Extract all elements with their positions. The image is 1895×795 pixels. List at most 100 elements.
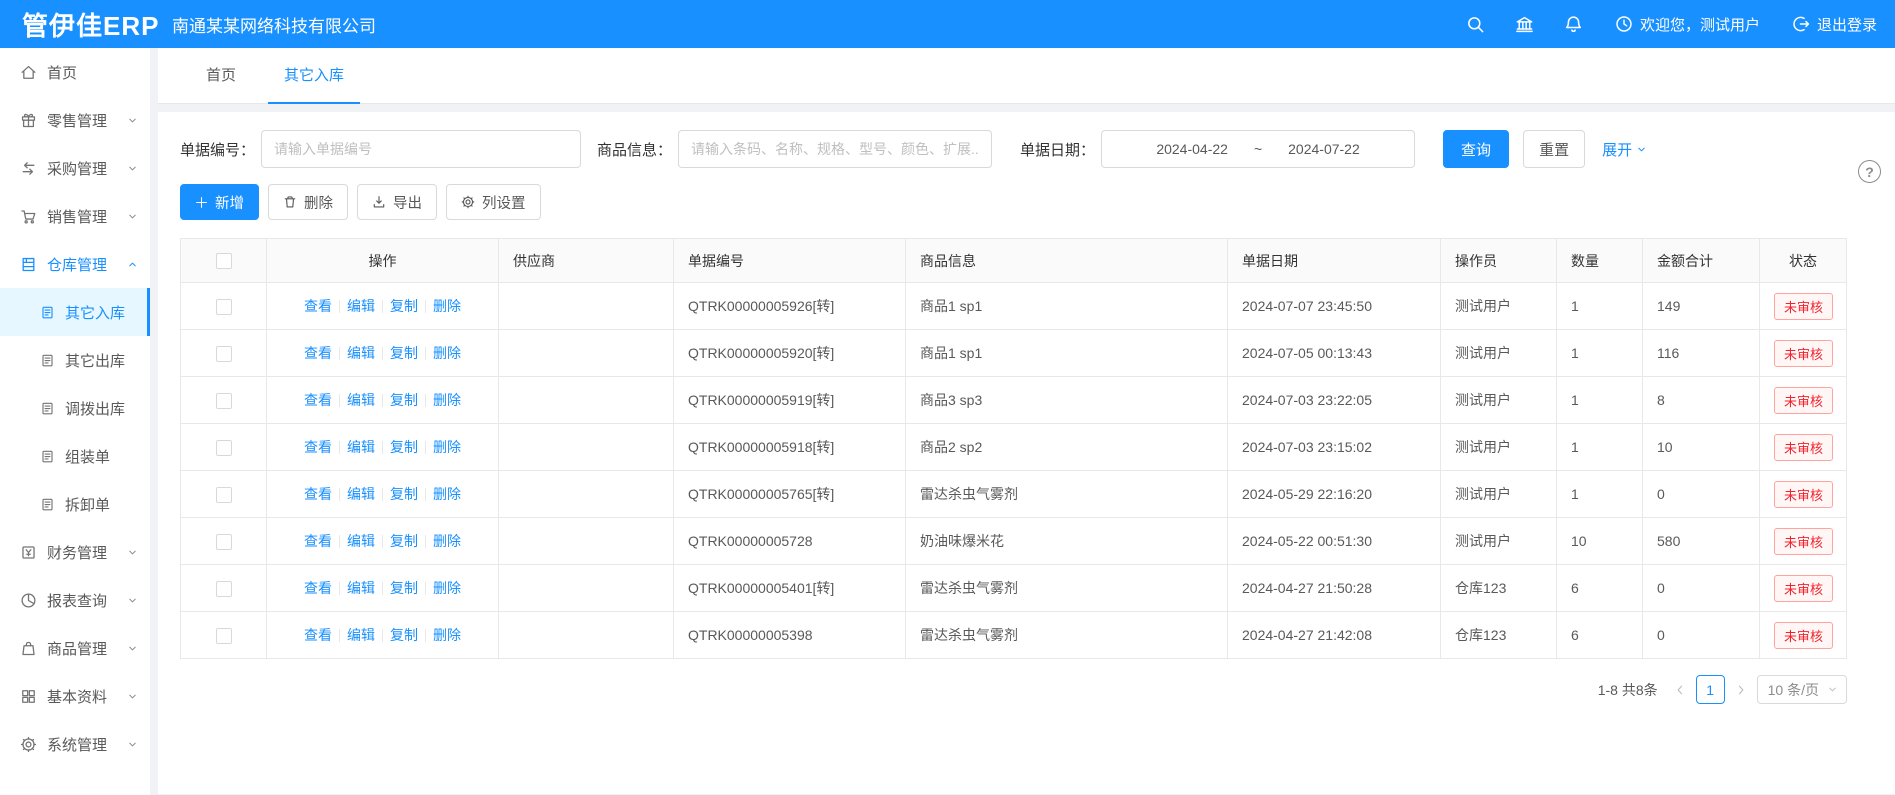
- view-link[interactable]: 查看: [304, 345, 332, 361]
- copy-link[interactable]: 复制: [390, 439, 418, 455]
- copy-link[interactable]: 复制: [390, 580, 418, 596]
- delete-link[interactable]: 删除: [433, 627, 461, 643]
- swap-icon: [20, 160, 37, 177]
- row-checkbox[interactable]: [216, 346, 232, 362]
- copy-link[interactable]: 复制: [390, 345, 418, 361]
- tab-other-inbound[interactable]: 其它入库: [268, 48, 360, 104]
- sidebar-item-finance[interactable]: 财务管理: [0, 528, 150, 576]
- edit-link[interactable]: 编辑: [347, 486, 375, 502]
- view-link[interactable]: 查看: [304, 298, 332, 314]
- view-link[interactable]: 查看: [304, 392, 332, 408]
- export-button[interactable]: 导出: [357, 184, 437, 220]
- doc-icon: [40, 353, 55, 368]
- delete-link[interactable]: 删除: [433, 486, 461, 502]
- doc-icon: [40, 449, 55, 464]
- logout-button[interactable]: 退出登录: [1792, 14, 1877, 35]
- supplier-cell: [499, 565, 674, 612]
- search-icon[interactable]: [1466, 15, 1485, 34]
- sidebar-item-transfer-outbound[interactable]: 调拨出库: [0, 384, 150, 432]
- finance-icon: [20, 544, 37, 561]
- divider: [425, 441, 426, 454]
- home-icon: [20, 64, 37, 81]
- view-link[interactable]: 查看: [304, 533, 332, 549]
- view-link[interactable]: 查看: [304, 627, 332, 643]
- page-size-select[interactable]: 10 条/页: [1757, 675, 1847, 704]
- next-page-button[interactable]: [1735, 684, 1747, 696]
- copy-link[interactable]: 复制: [390, 298, 418, 314]
- sidebar-item-other-outbound[interactable]: 其它出库: [0, 336, 150, 384]
- sidebar-item-basic-data[interactable]: 基本资料: [0, 672, 150, 720]
- column-settings-button[interactable]: 列设置: [446, 184, 541, 220]
- row-checkbox[interactable]: [216, 534, 232, 550]
- date-tilde: ~: [1254, 141, 1262, 157]
- sidebar-item-label: 采购管理: [47, 158, 107, 179]
- delete-button[interactable]: 删除: [268, 184, 348, 220]
- table-row: 查看编辑复制删除 QTRK00000005728 奶油味爆米花 2024-05-…: [181, 518, 1847, 565]
- expand-toggle[interactable]: 展开: [1602, 139, 1647, 160]
- sidebar-item-purchase[interactable]: 采购管理: [0, 144, 150, 192]
- edit-link[interactable]: 编辑: [347, 580, 375, 596]
- page-1-button[interactable]: 1: [1696, 675, 1725, 704]
- bank-icon[interactable]: [1515, 15, 1534, 34]
- row-checkbox[interactable]: [216, 581, 232, 597]
- order-no-input[interactable]: [261, 130, 581, 168]
- sidebar-item-home[interactable]: 首页: [0, 48, 150, 96]
- amount-cell: 0: [1643, 565, 1760, 612]
- delete-link[interactable]: 删除: [433, 298, 461, 314]
- date-range-picker[interactable]: 2024-04-22 ~ 2024-07-22: [1101, 130, 1415, 168]
- row-checkbox[interactable]: [216, 487, 232, 503]
- sidebar-item-products[interactable]: 商品管理: [0, 624, 150, 672]
- pagination: 1-8 共8条 1 10 条/页: [180, 675, 1847, 704]
- sidebar-scrollbar[interactable]: [150, 48, 158, 795]
- row-checkbox[interactable]: [216, 440, 232, 456]
- copy-link[interactable]: 复制: [390, 533, 418, 549]
- view-link[interactable]: 查看: [304, 439, 332, 455]
- table-row: 查看编辑复制删除 QTRK00000005919[转] 商品3 sp3 2024…: [181, 377, 1847, 424]
- delete-link[interactable]: 删除: [433, 345, 461, 361]
- edit-link[interactable]: 编辑: [347, 298, 375, 314]
- edit-link[interactable]: 编辑: [347, 627, 375, 643]
- reset-button[interactable]: 重置: [1523, 130, 1585, 168]
- sidebar-item-other-inbound[interactable]: 其它入库: [0, 288, 150, 336]
- tab-home[interactable]: 首页: [190, 48, 252, 104]
- sidebar-item-reports[interactable]: 报表查询: [0, 576, 150, 624]
- prev-page-button[interactable]: [1674, 684, 1686, 696]
- download-icon: [372, 195, 386, 209]
- view-link[interactable]: 查看: [304, 580, 332, 596]
- copy-link[interactable]: 复制: [390, 486, 418, 502]
- sidebar-item-warehouse[interactable]: 仓库管理: [0, 240, 150, 288]
- sidebar-item-system[interactable]: 系统管理: [0, 720, 150, 768]
- sidebar-item-retail[interactable]: 零售管理: [0, 96, 150, 144]
- view-link[interactable]: 查看: [304, 486, 332, 502]
- delete-link[interactable]: 删除: [433, 392, 461, 408]
- delete-link[interactable]: 删除: [433, 533, 461, 549]
- row-checkbox[interactable]: [216, 299, 232, 315]
- copy-link[interactable]: 复制: [390, 627, 418, 643]
- sidebar-item-assembly[interactable]: 组装单: [0, 432, 150, 480]
- query-button[interactable]: 查询: [1443, 130, 1509, 168]
- edit-link[interactable]: 编辑: [347, 439, 375, 455]
- edit-link[interactable]: 编辑: [347, 345, 375, 361]
- sidebar-item-disassembly[interactable]: 拆卸单: [0, 480, 150, 528]
- bell-icon[interactable]: [1564, 15, 1583, 34]
- help-icon[interactable]: ?: [1858, 160, 1881, 183]
- qty-cell: 1: [1557, 471, 1643, 518]
- tab-label: 首页: [206, 67, 236, 84]
- edit-link[interactable]: 编辑: [347, 533, 375, 549]
- select-all-checkbox[interactable]: [216, 253, 232, 269]
- copy-link[interactable]: 复制: [390, 392, 418, 408]
- amount-cell: 149: [1643, 283, 1760, 330]
- product-info-input[interactable]: [678, 130, 992, 168]
- table-row: 查看编辑复制删除 QTRK00000005918[转] 商品2 sp2 2024…: [181, 424, 1847, 471]
- add-button[interactable]: 新增: [180, 184, 259, 220]
- date-to[interactable]: 2024-07-22: [1288, 141, 1360, 157]
- row-checkbox[interactable]: [216, 628, 232, 644]
- status-badge: 未审核: [1774, 434, 1833, 461]
- sidebar-item-sales[interactable]: 销售管理: [0, 192, 150, 240]
- date-from[interactable]: 2024-04-22: [1156, 141, 1228, 157]
- delete-link[interactable]: 删除: [433, 439, 461, 455]
- user-menu[interactable]: 欢迎您，测试用户: [1615, 14, 1760, 35]
- edit-link[interactable]: 编辑: [347, 392, 375, 408]
- row-checkbox[interactable]: [216, 393, 232, 409]
- delete-link[interactable]: 删除: [433, 580, 461, 596]
